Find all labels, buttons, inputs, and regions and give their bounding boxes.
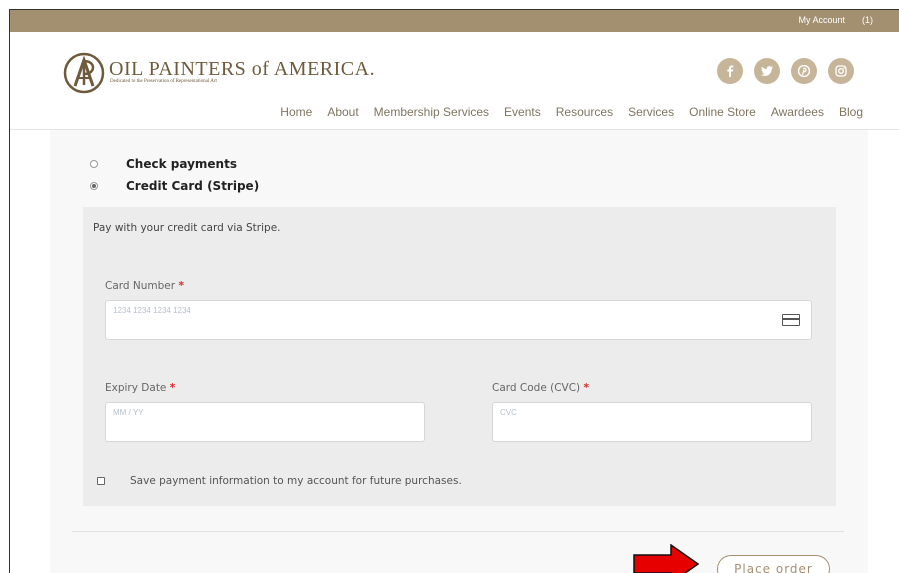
required-mark: * — [169, 382, 176, 394]
required-mark: * — [583, 382, 590, 394]
expiry-date-input[interactable]: MM / YY — [105, 402, 425, 442]
browser-viewport: My Account (1) OIL PAINTERS of AMERICA. … — [9, 9, 899, 573]
brand-tagline: Dedicated to the Preservation of Represe… — [110, 79, 217, 84]
site-header: OIL PAINTERS of AMERICA. Dedicated to th… — [10, 32, 899, 130]
twitter-icon[interactable] — [754, 58, 780, 84]
card-number-input[interactable]: 1234 1234 1234 1234 — [105, 300, 812, 340]
payment-method-label: Credit Card (Stripe) — [126, 179, 260, 193]
nav-awardees[interactable]: Awardees — [771, 105, 824, 119]
card-number-placeholder: 1234 1234 1234 1234 — [113, 306, 191, 315]
card-code-input[interactable]: CVC — [492, 402, 812, 442]
card-code-label: Card Code (CVC) * — [492, 382, 590, 394]
stripe-description: Pay with your credit card via Stripe. — [93, 222, 281, 234]
logo-icon[interactable] — [63, 52, 105, 94]
facebook-icon[interactable] — [717, 58, 743, 84]
stripe-payment-box: Pay with your credit card via Stripe. Ca… — [83, 207, 836, 506]
cart-count-link[interactable]: (1) — [862, 15, 873, 25]
red-arrow-icon — [633, 544, 699, 573]
top-bar: My Account (1) — [10, 10, 899, 32]
required-mark: * — [178, 280, 184, 292]
save-payment-label[interactable]: Save payment information to my account f… — [130, 475, 462, 487]
instagram-icon[interactable] — [828, 58, 854, 84]
expiry-placeholder: MM / YY — [113, 408, 144, 417]
card-number-label: Card Number * — [105, 280, 184, 292]
check-payments-radio[interactable] — [90, 160, 98, 168]
nav-online-store[interactable]: Online Store — [689, 105, 756, 119]
nav-about[interactable]: About — [327, 105, 358, 119]
checkout-payment-section: Check payments Credit Card (Stripe) Pay … — [50, 130, 868, 573]
nav-home[interactable]: Home — [280, 105, 312, 119]
expiry-date-label: Expiry Date * — [105, 382, 176, 394]
stripe-radio[interactable] — [90, 182, 98, 190]
save-payment-checkbox[interactable] — [97, 477, 105, 485]
cvc-placeholder: CVC — [500, 408, 517, 417]
main-nav: Home About Membership Services Events Re… — [280, 105, 863, 119]
nav-events[interactable]: Events — [504, 105, 541, 119]
payment-method-stripe[interactable]: Credit Card (Stripe) — [90, 179, 259, 193]
credit-card-icon — [782, 314, 800, 326]
nav-blog[interactable]: Blog — [839, 105, 863, 119]
brand-name[interactable]: OIL PAINTERS of AMERICA. — [109, 58, 375, 81]
place-order-button[interactable]: Place order — [717, 555, 830, 573]
nav-services[interactable]: Services — [628, 105, 674, 119]
payment-method-check[interactable]: Check payments — [90, 157, 237, 171]
pinterest-icon[interactable] — [791, 58, 817, 84]
nav-membership-services[interactable]: Membership Services — [374, 105, 489, 119]
divider — [72, 531, 844, 532]
nav-resources[interactable]: Resources — [556, 105, 613, 119]
my-account-link[interactable]: My Account — [798, 15, 845, 25]
payment-method-label: Check payments — [126, 157, 237, 171]
